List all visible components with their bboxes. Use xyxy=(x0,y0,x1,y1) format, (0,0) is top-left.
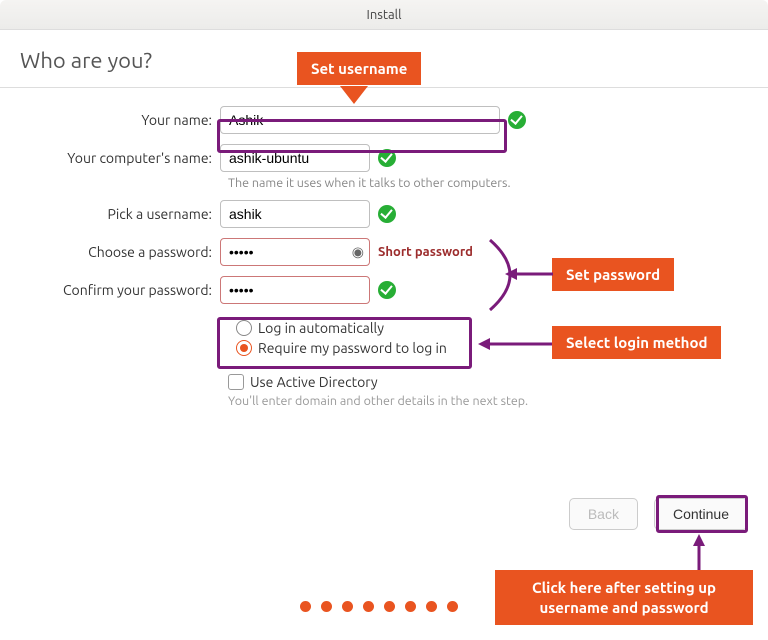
annotation-set-username: Set username xyxy=(297,52,421,85)
radio-icon xyxy=(236,340,252,356)
check-icon xyxy=(508,111,526,129)
dot-icon xyxy=(342,601,353,612)
dot-icon xyxy=(363,601,374,612)
window-title: Install xyxy=(367,8,402,22)
radio-auto-label: Log in automatically xyxy=(258,320,384,336)
arrow-icon xyxy=(690,534,708,572)
ad-label: Use Active Directory xyxy=(250,374,378,390)
annotation-tail xyxy=(340,86,368,104)
label-confirm: Confirm your password: xyxy=(20,282,220,298)
dot-icon xyxy=(300,601,311,612)
annotation-select-login: Select login method xyxy=(552,326,721,359)
label-computer-name: Your computer's name: xyxy=(20,150,220,166)
back-button[interactable]: Back xyxy=(569,498,638,530)
computer-name-hint: The name it uses when it talks to other … xyxy=(228,176,748,190)
dot-icon xyxy=(384,601,395,612)
your-name-input[interactable] xyxy=(220,106,500,134)
radio-icon xyxy=(236,320,252,336)
checkbox-icon xyxy=(228,374,244,390)
username-input[interactable] xyxy=(220,200,370,228)
annotation-set-password: Set password xyxy=(552,258,674,291)
eye-icon[interactable]: ◉ xyxy=(352,244,364,261)
dot-icon xyxy=(321,601,332,612)
check-icon xyxy=(378,281,396,299)
computer-name-input[interactable] xyxy=(220,144,370,172)
radio-require-label: Require my password to log in xyxy=(258,340,447,356)
dot-icon xyxy=(405,601,416,612)
user-form: Your name: Your computer's name: The nam… xyxy=(0,88,768,418)
footer-buttons: Back Continue xyxy=(569,498,748,530)
progress-dots xyxy=(300,601,458,612)
password-input[interactable] xyxy=(220,238,370,266)
confirm-password-input[interactable] xyxy=(220,276,370,304)
checkbox-active-directory[interactable]: Use Active Directory xyxy=(228,374,748,390)
check-icon xyxy=(378,205,396,223)
label-your-name: Your name: xyxy=(20,112,220,128)
window-titlebar: Install xyxy=(0,0,768,30)
check-icon xyxy=(378,149,396,167)
label-username: Pick a username: xyxy=(20,206,220,222)
ad-hint: You'll enter domain and other details in… xyxy=(228,394,748,408)
annotation-continue-hint: Click here after setting up username and… xyxy=(495,570,753,625)
continue-button[interactable]: Continue xyxy=(654,498,748,530)
dot-icon xyxy=(426,601,437,612)
password-strength: Short password xyxy=(378,245,473,259)
dot-icon xyxy=(447,601,458,612)
label-password: Choose a password: xyxy=(20,244,220,260)
